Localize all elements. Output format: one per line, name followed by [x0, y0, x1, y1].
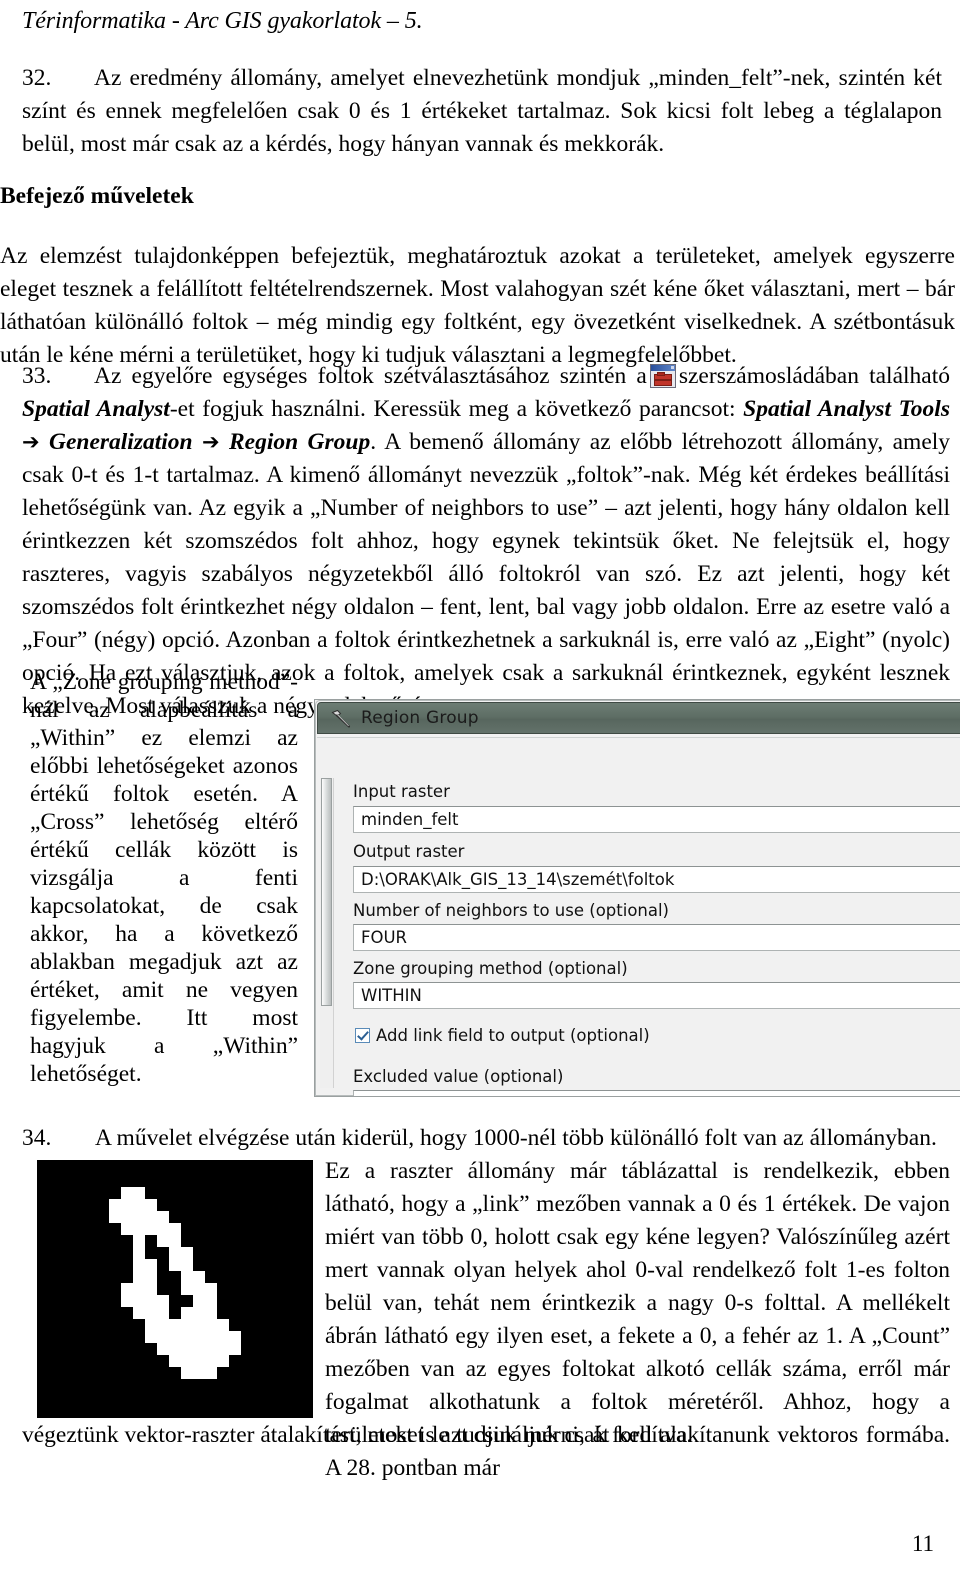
raster-patch-svg	[37, 1163, 313, 1415]
paragraph-34-tail-text: végeztünk vektor-raszter átalakítást, mo…	[22, 1422, 693, 1448]
excluded-value-field[interactable]	[353, 1090, 960, 1096]
left-column-paragraph: A „Zone grouping method”-nál az alapbeál…	[30, 669, 298, 1087]
region-group-dialog[interactable]: Region Group Input raster minden_felt Ou…	[315, 700, 960, 1096]
arrow-right-icon-2: ➔	[202, 430, 220, 454]
dialog-body: Input raster minden_felt Output raster D…	[317, 737, 960, 1096]
raster-patch-figure	[37, 1160, 313, 1418]
excluded-value-label: Excluded value (optional)	[353, 1067, 564, 1086]
add-link-field-label: Add link field to output (optional)	[376, 1026, 650, 1045]
toolbox-body	[653, 372, 672, 386]
paragraph-33-part2: szerszámosládában található	[678, 363, 950, 389]
paragraph-33-part1: Az egyelőre egységes foltok szétválasztá…	[94, 363, 647, 389]
hammer-icon	[331, 709, 351, 728]
toolbox-titlebar	[650, 365, 675, 371]
command-path-2: Generalization	[48, 429, 193, 455]
zone-grouping-method-label: Zone grouping method (optional)	[353, 959, 628, 978]
paragraph-34-first-line: A művelet elvégzése után kiderül, hogy 1…	[95, 1125, 937, 1151]
output-raster-label: Output raster	[353, 842, 465, 861]
checkbox-icon[interactable]	[355, 1028, 370, 1043]
add-link-field-checkbox-row[interactable]: Add link field to output (optional)	[355, 1026, 650, 1045]
running-header: Térinformatika - Arc GIS gyakorlatok – 5…	[22, 8, 423, 34]
dialog-form: Input raster minden_felt Output raster D…	[339, 782, 960, 1096]
number-of-neighbors-label: Number of neighbors to use (optional)	[353, 901, 669, 920]
input-raster-field[interactable]: minden_felt	[353, 806, 960, 833]
number-of-neighbors-field[interactable]: FOUR	[353, 924, 960, 951]
intro-paragraph: Az elemzést tulajdonképpen befejeztük, m…	[0, 243, 955, 368]
input-raster-label: Input raster	[353, 782, 450, 801]
paragraph-34-number: 34.	[22, 1125, 52, 1151]
page-number: 11	[911, 1531, 934, 1556]
zone-grouping-method-field[interactable]: WITHIN	[353, 982, 960, 1009]
paragraph-33-part3: -et fogjuk használni. Keressük meg a köv…	[169, 396, 736, 422]
arctoolbox-icon	[649, 364, 676, 388]
spatial-analyst-label: Spatial Analyst	[22, 396, 170, 422]
output-raster-field[interactable]: D:\ORAK\Alk_GIS_13_14\szemét\foltok	[353, 866, 960, 893]
dialog-vertical-scrollbar[interactable]	[320, 778, 334, 1088]
command-path-1: Spatial Analyst Tools	[743, 396, 950, 422]
arrow-right-icon: ➔	[22, 430, 40, 454]
command-path-3: Region Group	[228, 429, 371, 455]
dialog-titlebar[interactable]: Region Group	[317, 702, 960, 734]
left-column-text: A „Zone grouping method”-nál az alapbeál…	[30, 668, 298, 1088]
dialog-title: Region Group	[361, 708, 479, 728]
scrollbar-thumb[interactable]	[321, 778, 332, 1006]
section-heading: Befejező műveletek	[0, 183, 194, 209]
paragraph-32-text: Az eredmény állomány, amelyet elnevezhet…	[22, 65, 942, 157]
document-page: Térinformatika - Arc GIS gyakorlatok – 5…	[0, 0, 960, 1569]
